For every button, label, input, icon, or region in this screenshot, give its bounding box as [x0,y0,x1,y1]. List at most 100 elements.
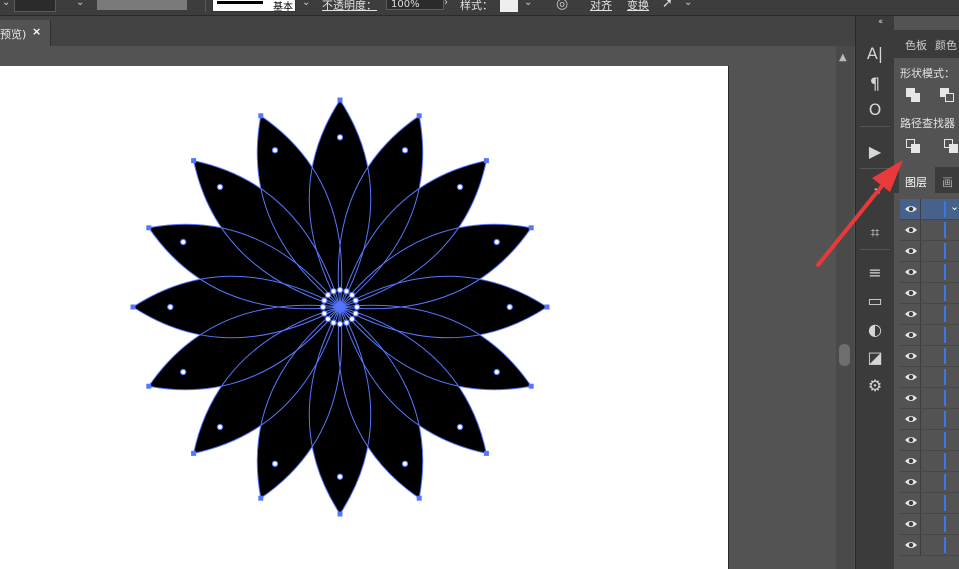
lock-column[interactable] [920,220,921,240]
anchor-point[interactable] [483,450,489,456]
tab-layers[interactable]: 图层 [899,167,935,193]
layer-row[interactable] [900,325,959,346]
anchor-point[interactable] [544,304,550,310]
opacity-label[interactable]: 不透明度： [322,0,377,13]
layer-row[interactable] [900,367,959,388]
anchor-point[interactable] [337,97,343,103]
paragraph-icon[interactable]: ¶ [862,72,888,96]
chevron-down-icon[interactable]: ⌄ [524,0,532,8]
chevron-down-icon[interactable]: ⌄ [684,0,692,8]
anchor-point[interactable] [337,511,343,517]
lock-column[interactable] [920,535,921,555]
tab-artboards[interactable]: 画 [942,174,953,190]
symbols-icon[interactable]: ◪ [862,346,888,370]
eye-icon[interactable] [904,517,918,531]
character-icon[interactable]: A| [862,42,888,66]
eye-icon[interactable] [904,391,918,405]
recolor-artwork-icon[interactable]: ◎ [556,0,568,12]
anchor-point[interactable] [416,495,422,501]
lock-column[interactable] [920,514,921,534]
fill-dropdown[interactable] [14,0,56,12]
anchor-point[interactable] [146,383,152,389]
eye-icon[interactable] [904,223,918,237]
anchor-point[interactable] [416,113,422,119]
selection-arrow-icon[interactable]: ➚ [662,0,673,11]
eye-icon[interactable] [904,412,918,426]
brush-definition-field[interactable]: 基本 [212,0,296,12]
layer-row[interactable] [900,388,959,409]
minus-front-button[interactable] [938,86,958,104]
eye-icon[interactable] [904,349,918,363]
lock-column[interactable] [920,262,921,282]
chevron-down-icon[interactable]: ⌄ [950,200,959,213]
layer-row[interactable] [900,493,959,514]
lock-column[interactable] [920,472,921,492]
transparency-icon[interactable]: ◐ [862,318,888,342]
eye-icon[interactable] [904,286,918,300]
transform-link[interactable]: 变换 [627,0,649,13]
lock-column[interactable] [920,283,921,303]
lock-column[interactable] [920,346,921,366]
lock-column[interactable] [920,325,921,345]
eye-icon[interactable] [904,454,918,468]
lock-column[interactable] [920,199,921,219]
collapse-panels-icon[interactable]: ‹‹ [878,17,883,27]
scroll-up-icon[interactable]: ▲ [839,52,847,63]
lock-column[interactable] [920,388,921,408]
anchor-point[interactable] [191,158,197,164]
opacity-input[interactable]: 100% [386,0,444,10]
lock-column[interactable] [920,451,921,471]
chevron-down-icon[interactable]: ⌄ [76,0,84,8]
anchor-point[interactable] [528,383,534,389]
anchor-point[interactable] [191,450,197,456]
stroke-icon[interactable]: ≡ [862,261,888,285]
layer-row[interactable] [900,220,959,241]
chevron-down-icon[interactable]: ⌄ [2,0,10,8]
layer-row[interactable] [900,283,959,304]
eye-icon[interactable] [904,265,918,279]
layer-row[interactable] [900,514,959,535]
actions-play-icon[interactable]: ▶ [862,140,888,164]
export-icon[interactable]: ↗ [862,181,888,205]
unite-button[interactable] [904,86,924,104]
anchor-point[interactable] [146,225,152,231]
document-tab[interactable]: 预览) × [0,20,51,46]
eye-icon[interactable] [904,307,918,321]
eye-icon[interactable] [904,475,918,489]
layer-row[interactable] [900,430,959,451]
layer-row[interactable] [900,451,959,472]
chevron-right-icon[interactable]: › [444,0,448,8]
artboard[interactable] [0,66,729,569]
lock-column[interactable] [920,430,921,450]
eye-icon[interactable] [904,496,918,510]
layer-row[interactable] [900,409,959,430]
flower-artwork[interactable] [0,66,728,569]
tab-swatches[interactable]: 色板 [905,37,927,53]
graphic-style-swatch[interactable] [500,0,518,12]
anchor-point[interactable] [130,304,136,310]
align-link[interactable]: 对齐 [590,0,612,13]
tab-color[interactable]: 颜色 [935,37,957,53]
opentype-icon[interactable]: O [862,98,888,122]
graphic-styles-icon[interactable]: ⚙ [862,374,888,398]
eye-icon[interactable] [904,244,918,258]
layer-row[interactable] [900,241,959,262]
anchor-point[interactable] [528,225,534,231]
lock-column[interactable] [920,409,921,429]
scroll-thumb[interactable] [839,344,850,366]
layer-row[interactable] [900,262,959,283]
lock-column[interactable] [920,493,921,513]
close-icon[interactable]: × [32,25,41,38]
anchor-point[interactable] [483,158,489,164]
layer-row[interactable]: ⌄ [900,199,959,220]
vertical-scrollbar[interactable]: ▲ [836,46,854,569]
trim-button[interactable] [942,137,959,155]
eye-icon[interactable] [904,202,918,216]
anchor-point[interactable] [258,495,264,501]
eye-icon[interactable] [904,538,918,552]
eye-icon[interactable] [904,433,918,447]
layer-row[interactable] [900,472,959,493]
anchor-point[interactable] [258,113,264,119]
chevron-down-icon[interactable]: ⌄ [302,0,310,8]
lock-column[interactable] [920,304,921,324]
